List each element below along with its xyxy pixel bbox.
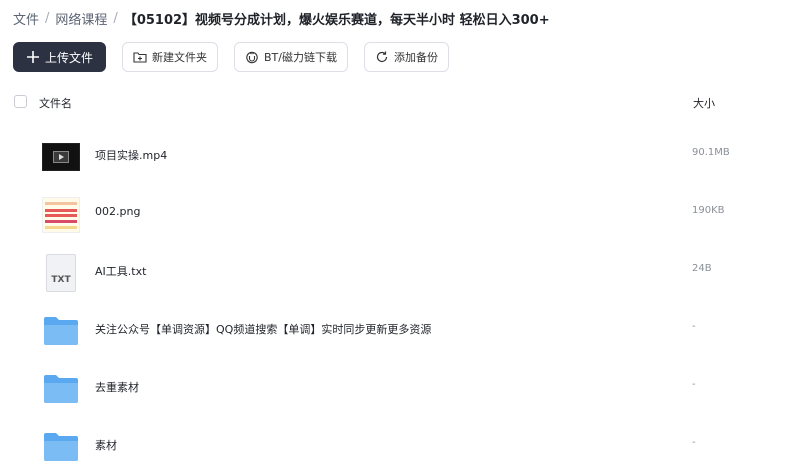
folder-row[interactable]: 关注公众号【单调资源】QQ频道搜索【单调】实时同步更新更多资源 - [0,305,800,363]
file-name[interactable]: 项目实操.mp4 [95,147,167,163]
file-size: - [692,437,696,448]
folder-name[interactable]: 去重素材 [95,379,139,395]
upload-button[interactable]: 上传文件 [13,42,107,72]
bt-magnet-download-label: BT/磁力链下载 [264,51,337,64]
new-folder-icon [133,50,147,64]
file-list-header: 文件名 大小 [0,92,800,114]
file-name[interactable]: AI工具.txt [95,263,146,279]
column-header-filename[interactable]: 文件名 [39,95,72,111]
file-size: 90.1MB [692,147,730,158]
add-backup-label: 添加备份 [394,51,438,64]
add-backup-button[interactable]: 添加备份 [364,42,449,72]
plus-icon [26,50,40,64]
file-row[interactable]: 项目实操.mp4 90.1MB [0,131,800,189]
select-all-checkbox[interactable] [14,95,27,108]
folder-row[interactable]: 素材 - [0,421,800,469]
breadcrumb-separator: / [113,10,118,26]
video-thumbnail [42,138,80,176]
refresh-icon [375,50,389,64]
folder-icon [42,312,80,350]
file-size: - [692,321,696,332]
breadcrumb-files[interactable]: 文件 [13,9,39,28]
column-header-size[interactable]: 大小 [693,95,715,111]
file-row[interactable]: TXT AI工具.txt 24B [0,247,800,305]
upload-button-label: 上传文件 [45,50,94,65]
file-size: 190KB [692,205,725,216]
txt-file-icon-label: TXT [51,275,71,285]
toolbar: 上传文件 新建文件夹 BT/磁力链下载 添加备份 [13,42,465,72]
folder-name[interactable]: 素材 [95,437,117,453]
new-folder-button[interactable]: 新建文件夹 [122,42,219,72]
folder-name[interactable]: 关注公众号【单调资源】QQ频道搜索【单调】实时同步更新更多资源 [95,321,431,337]
new-folder-button-label: 新建文件夹 [152,51,208,64]
file-row[interactable]: 002.png 190KB [0,189,800,247]
file-size: 24B [692,263,712,274]
folder-icon [42,370,80,408]
breadcrumb-network-course[interactable]: 网络课程 [55,9,107,28]
folder-row[interactable]: 去重素材 - [0,363,800,421]
bt-magnet-download-button[interactable]: BT/磁力链下载 [234,42,348,72]
breadcrumb: 文件 / 网络课程 / 【05102】视频号分成计划，爆火娱乐赛道，每天半小时 … [13,8,550,28]
file-name[interactable]: 002.png [95,205,140,218]
file-size: - [692,379,696,390]
folder-icon [42,428,80,466]
breadcrumb-current-folder: 【05102】视频号分成计划，爆火娱乐赛道，每天半小时 轻松日入300+ [123,12,550,28]
magnet-icon [245,50,259,64]
breadcrumb-separator: / [45,10,50,26]
txt-file-icon: TXT [42,254,80,292]
image-thumbnail [42,196,80,234]
